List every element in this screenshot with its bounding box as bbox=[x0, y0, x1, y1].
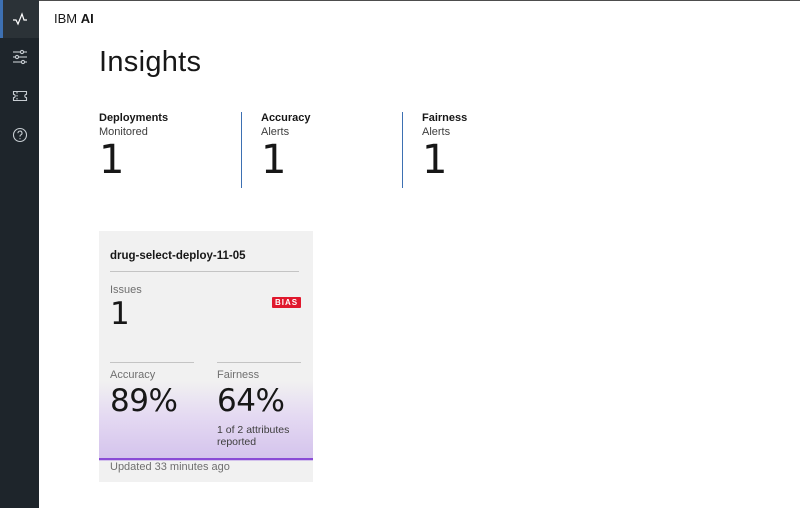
nav-item-configure[interactable] bbox=[0, 38, 39, 76]
activity-icon bbox=[12, 12, 27, 26]
stat-deployments: Deployments Monitored 1 bbox=[99, 112, 168, 188]
updated-timestamp: Updated 33 minutes ago bbox=[110, 461, 230, 473]
brand-logo[interactable]: IBM AI bbox=[54, 11, 94, 26]
stat-accuracy-alerts: Accuracy Alerts 1 bbox=[261, 112, 311, 188]
fairness-label: Fairness bbox=[217, 369, 260, 381]
sliders-icon bbox=[12, 49, 27, 65]
ticket-icon bbox=[12, 90, 27, 102]
accuracy-divider bbox=[110, 362, 194, 363]
deployment-card[interactable]: drug-select-deploy-11-05 Issues 1 BIAS A… bbox=[99, 231, 313, 482]
stat-title: Accuracy bbox=[261, 112, 311, 124]
stat-divider bbox=[241, 112, 242, 188]
stat-title: Fairness bbox=[422, 112, 468, 124]
accuracy-value: 89% bbox=[110, 383, 178, 419]
bias-badge: BIAS bbox=[272, 297, 302, 308]
deployment-name: drug-select-deploy-11-05 bbox=[110, 250, 246, 262]
fairness-note: 1 of 2 attributes reported bbox=[217, 424, 290, 448]
stat-value: 1 bbox=[261, 137, 286, 183]
stat-value: 1 bbox=[99, 137, 124, 183]
card-divider bbox=[110, 271, 299, 272]
help-icon bbox=[12, 127, 27, 143]
page-title: Insights bbox=[99, 46, 202, 78]
issues-value: 1 bbox=[110, 296, 130, 332]
issues-label: Issues bbox=[110, 284, 142, 296]
stat-title: Deployments bbox=[99, 112, 169, 124]
fairness-value: 64% bbox=[217, 383, 285, 419]
brand-prefix: IBM bbox=[54, 11, 78, 26]
stat-value: 1 bbox=[422, 137, 447, 183]
card-accent-line bbox=[99, 458, 313, 460]
stat-fairness-alerts: Fairness Alerts 1 bbox=[422, 112, 467, 188]
top-bar: IBM AI bbox=[39, 0, 800, 34]
side-rail bbox=[0, 0, 39, 508]
nav-item-help[interactable] bbox=[0, 116, 39, 154]
stat-divider bbox=[402, 112, 403, 188]
nav-item-tickets[interactable] bbox=[0, 77, 39, 115]
accuracy-label: Accuracy bbox=[110, 369, 156, 381]
fairness-divider bbox=[217, 362, 301, 363]
nav-item-insights[interactable] bbox=[0, 0, 39, 38]
brand-name: AI bbox=[80, 11, 94, 26]
